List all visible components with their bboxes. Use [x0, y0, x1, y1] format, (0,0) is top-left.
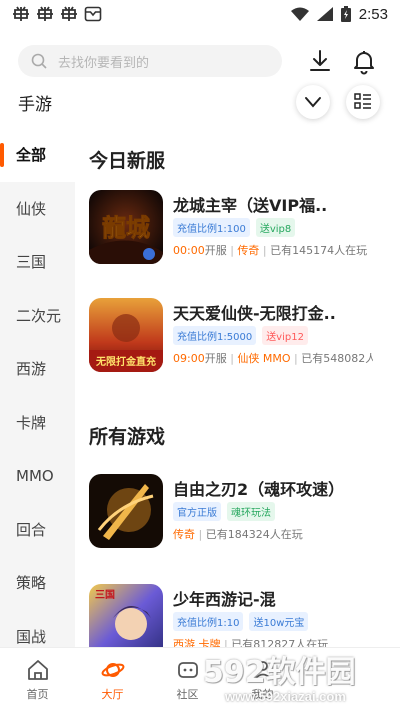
tag: 送vip12 [262, 326, 308, 345]
game-icon [89, 474, 163, 548]
game-icon: 三国 [89, 584, 163, 647]
profile-icon [253, 661, 272, 680]
bug-icon [37, 6, 53, 21]
planet-icon [101, 663, 124, 677]
sidebar-item-national-war[interactable]: 国战 [0, 610, 75, 648]
download-icon[interactable] [306, 47, 334, 75]
sidebar-item-card[interactable]: 卡牌 [0, 396, 75, 450]
tag: 官方正版 [173, 502, 221, 521]
section-title-new-servers: 今日新服 [89, 150, 166, 172]
game-item[interactable]: 无限打金直充 天天爱仙侠-无限打金.. 充值比例1:5000 送vip12 09… [89, 298, 394, 378]
game-meta: 00:00开服 | 传奇 | 已有145174人在玩 [173, 244, 368, 257]
tag: 送vip8 [255, 218, 296, 237]
page-title: 手游 [18, 95, 52, 115]
sidebar-item-strategy[interactable]: 策略 [0, 556, 75, 610]
nav-label: 我的 [251, 688, 274, 701]
sidebar-item-xianxia[interactable]: 仙侠 [0, 182, 75, 236]
svg-text:无限打金直充: 无限打金直充 [95, 355, 156, 368]
status-time: 2:53 [358, 5, 388, 23]
community-icon [177, 662, 198, 678]
status-bar: 2:53 [0, 0, 400, 28]
game-icon: 无限打金直充 [89, 298, 163, 372]
chevron-down-icon [305, 97, 321, 108]
game-meta: 09:00开服 | 仙侠 MMO | 已有548082人在 [173, 352, 373, 365]
bug-icon [13, 6, 29, 21]
nav-community[interactable]: 社区 [150, 648, 225, 711]
collapse-button[interactable] [296, 85, 330, 119]
game-item[interactable]: 龍城 龙城主宰（送VIP福.. 充值比例1:100 送vip8 00:00开服 … [89, 190, 394, 270]
search-placeholder: 去找你要看到的 [58, 55, 150, 71]
game-list: 今日新服 龍城 龙城主宰（送VIP福.. 充值比例1:100 送vip8 00:… [75, 128, 400, 647]
game-name: 天天爱仙侠-无限打金.. [173, 304, 336, 323]
notification-icons [12, 6, 102, 22]
tag: 充值比例1:5000 [173, 326, 257, 345]
bug-icon [61, 6, 77, 21]
game-item[interactable]: 三国 少年西游记-混 充值比例1:10 送10w元宝 西游 卡牌 | 已有812… [89, 584, 394, 647]
mailbox-icon [84, 6, 102, 22]
nav-profile[interactable]: 我的 [225, 648, 300, 711]
sidebar-item-sanguo[interactable]: 三国 [0, 235, 75, 289]
search-icon [31, 53, 47, 69]
sidebar-item-all[interactable]: 全部 [0, 128, 75, 182]
game-meta: 西游 卡牌 | 已有812827人在玩 [173, 638, 329, 647]
game-name: 少年西游记-混 [173, 590, 276, 609]
game-name: 自由之刃2（魂环攻速） [173, 480, 345, 499]
home-icon [27, 660, 48, 680]
nav-label: 大厅 [101, 688, 124, 701]
game-meta: 传奇 | 已有184324人在玩 [173, 528, 303, 541]
battery-charging-icon [340, 6, 351, 22]
section-title-all-games: 所有游戏 [89, 426, 166, 448]
game-item[interactable]: 自由之刃2（魂环攻速） 官方正版 魂环玩法 传奇 | 已有184324人在玩 [89, 474, 394, 554]
list-view-button[interactable] [346, 85, 380, 119]
nav-label: 首页 [26, 688, 49, 701]
tag: 送10w元宝 [249, 612, 309, 631]
nav-lobby[interactable]: 大厅 [75, 648, 150, 711]
sidebar-item-anime[interactable]: 二次元 [0, 289, 75, 343]
sidebar-item-xiyou[interactable]: 西游 [0, 342, 75, 396]
search-row: 去找你要看到的 [0, 42, 400, 80]
game-icon: 龍城 [89, 190, 163, 264]
tag: 魂环玩法 [227, 502, 275, 521]
signal-icon [316, 7, 333, 21]
tag: 充值比例1:10 [173, 612, 244, 631]
wifi-icon [290, 7, 309, 21]
game-name: 龙城主宰（送VIP福.. [173, 196, 328, 215]
svg-text:龍城: 龍城 [102, 213, 150, 242]
list-icon [354, 93, 371, 109]
sidebar-item-mmo[interactable]: MMO [0, 449, 75, 503]
nav-label: 社区 [176, 688, 199, 701]
sidebar-item-turn-based[interactable]: 回合 [0, 503, 75, 557]
category-sidebar: 全部 仙侠 三国 二次元 西游 卡牌 MMO 回合 策略 国战 [0, 128, 75, 647]
bell-icon[interactable] [350, 47, 378, 75]
search-input[interactable]: 去找你要看到的 [18, 45, 282, 77]
svg-text:三国: 三国 [95, 589, 115, 601]
nav-home[interactable]: 首页 [0, 648, 75, 711]
bottom-nav: 首页 大厅 社区 我的 [0, 647, 400, 711]
tag: 充值比例1:100 [173, 218, 250, 237]
